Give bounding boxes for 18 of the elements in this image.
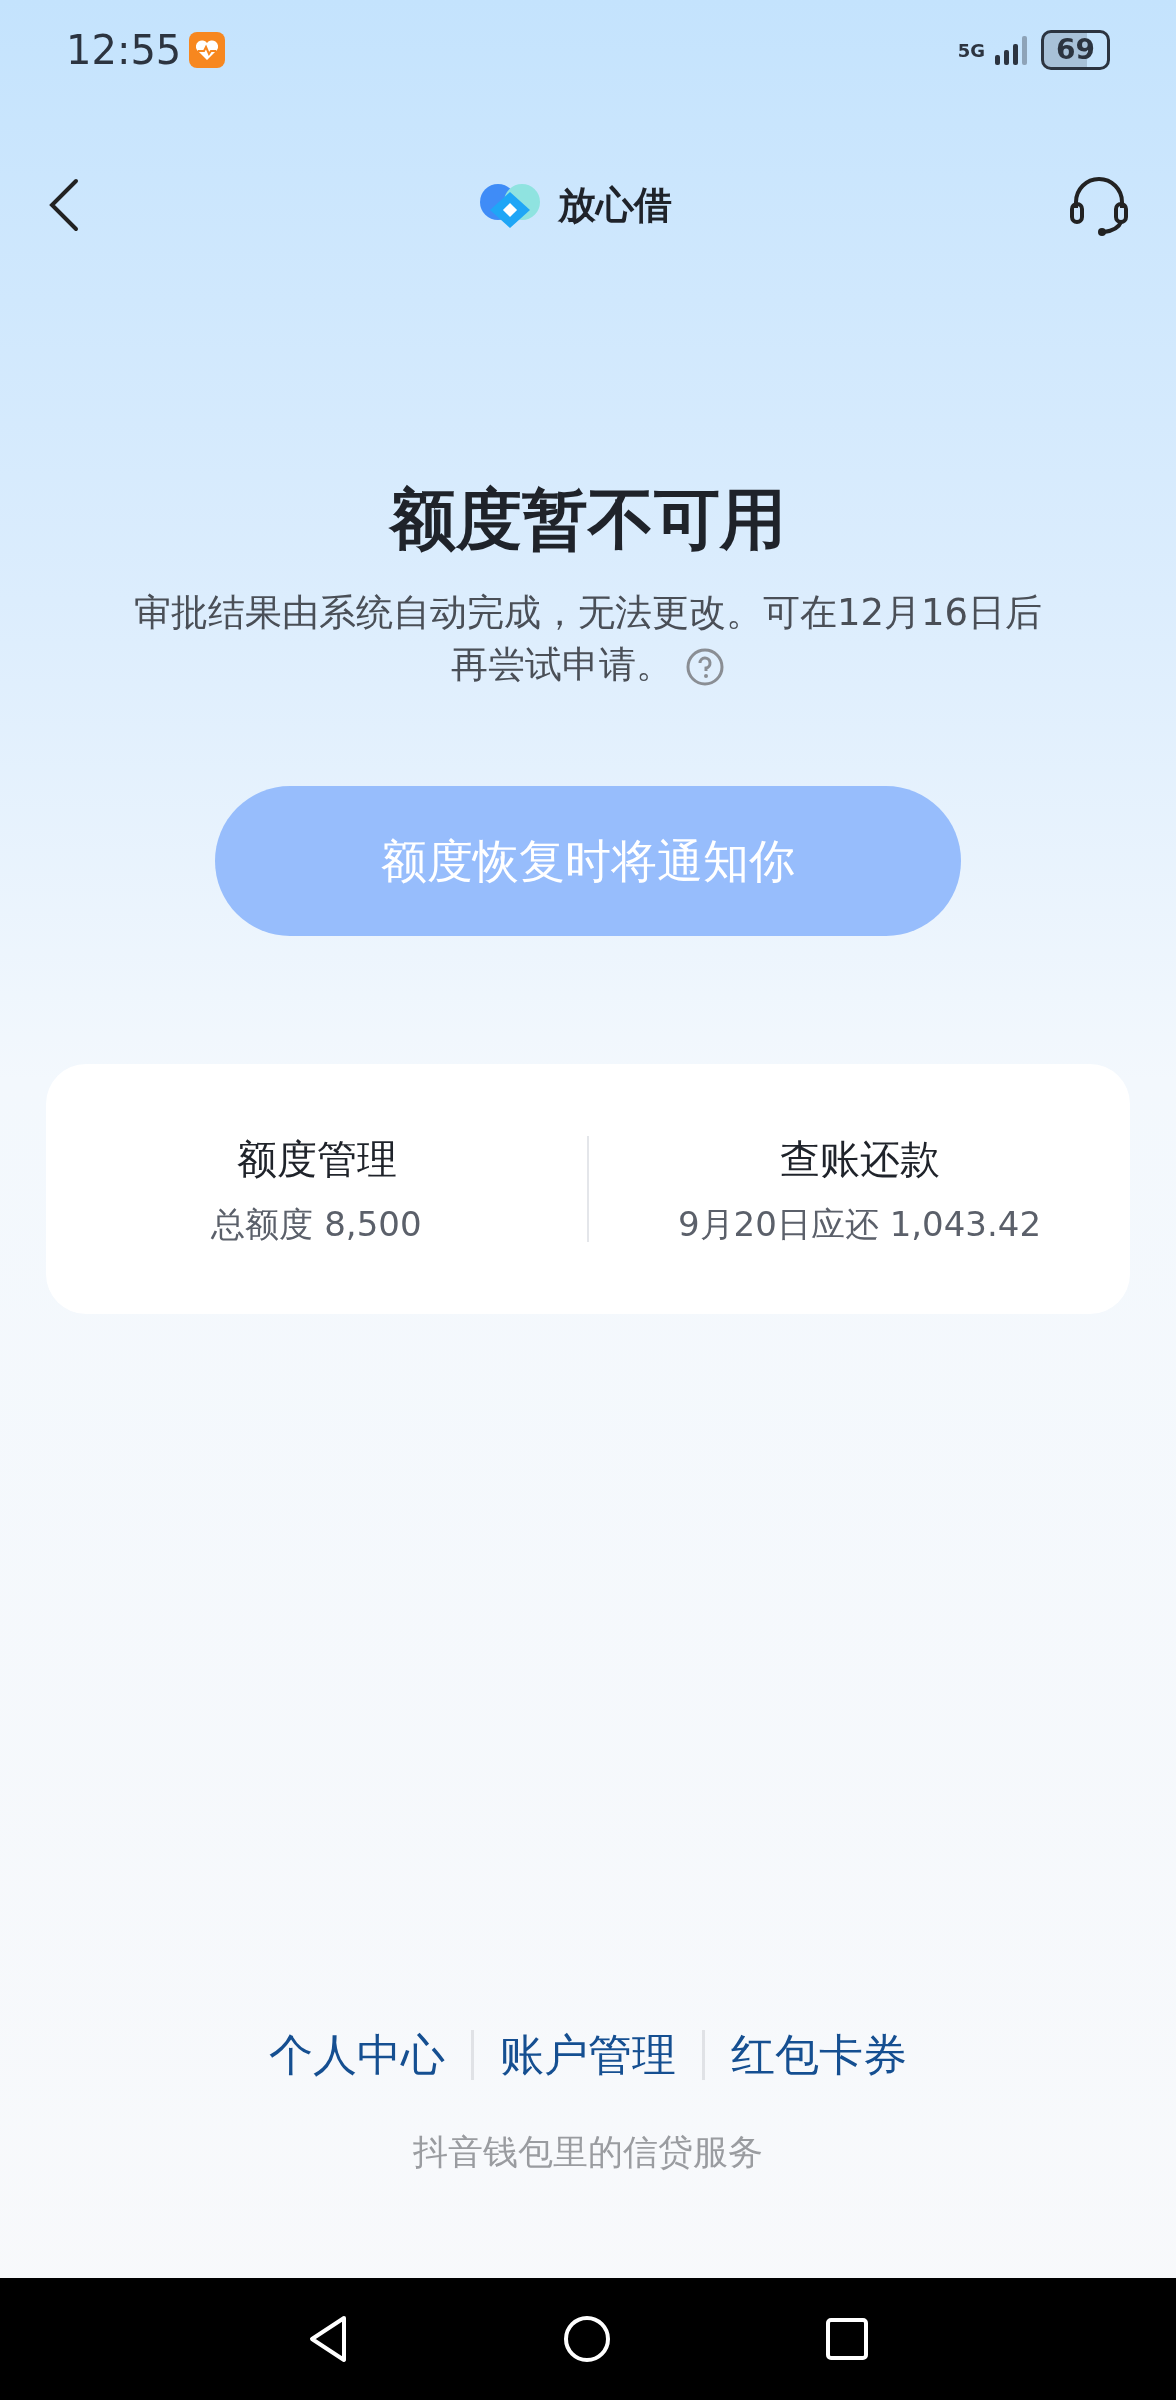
footer-link[interactable]: 账户管理 [474, 2021, 702, 2088]
help-icon [684, 646, 725, 687]
status-time: 12:55 [66, 26, 182, 75]
recents-nav-button[interactable] [824, 2316, 870, 2362]
status-message: 审批结果由系统自动完成，无法更改。可在12月16日后再尝试申请。 [133, 591, 1043, 686]
tagline: 抖音钱包里的信贷服务 [413, 2130, 763, 2174]
summary-title: 额度管理 [236, 1134, 397, 1184]
battery-indicator: 69 [1041, 30, 1110, 70]
home-nav-button[interactable] [562, 2314, 612, 2364]
footer-link[interactable]: 个人中心 [243, 2021, 471, 2088]
brand-name: 放心借 [558, 181, 672, 229]
summary-detail: 总额度 8,500 [211, 1202, 422, 1246]
summary-detail: 9月20日应还 1,043.42 [677, 1202, 1042, 1246]
app-notification-icon [189, 32, 226, 68]
status-title: 额度暂不可用 [387, 480, 787, 560]
footer-link[interactable]: 红包卡券 [705, 2021, 933, 2088]
network-type: 5G [957, 38, 986, 63]
summary-title: 查账还款 [779, 1134, 940, 1184]
